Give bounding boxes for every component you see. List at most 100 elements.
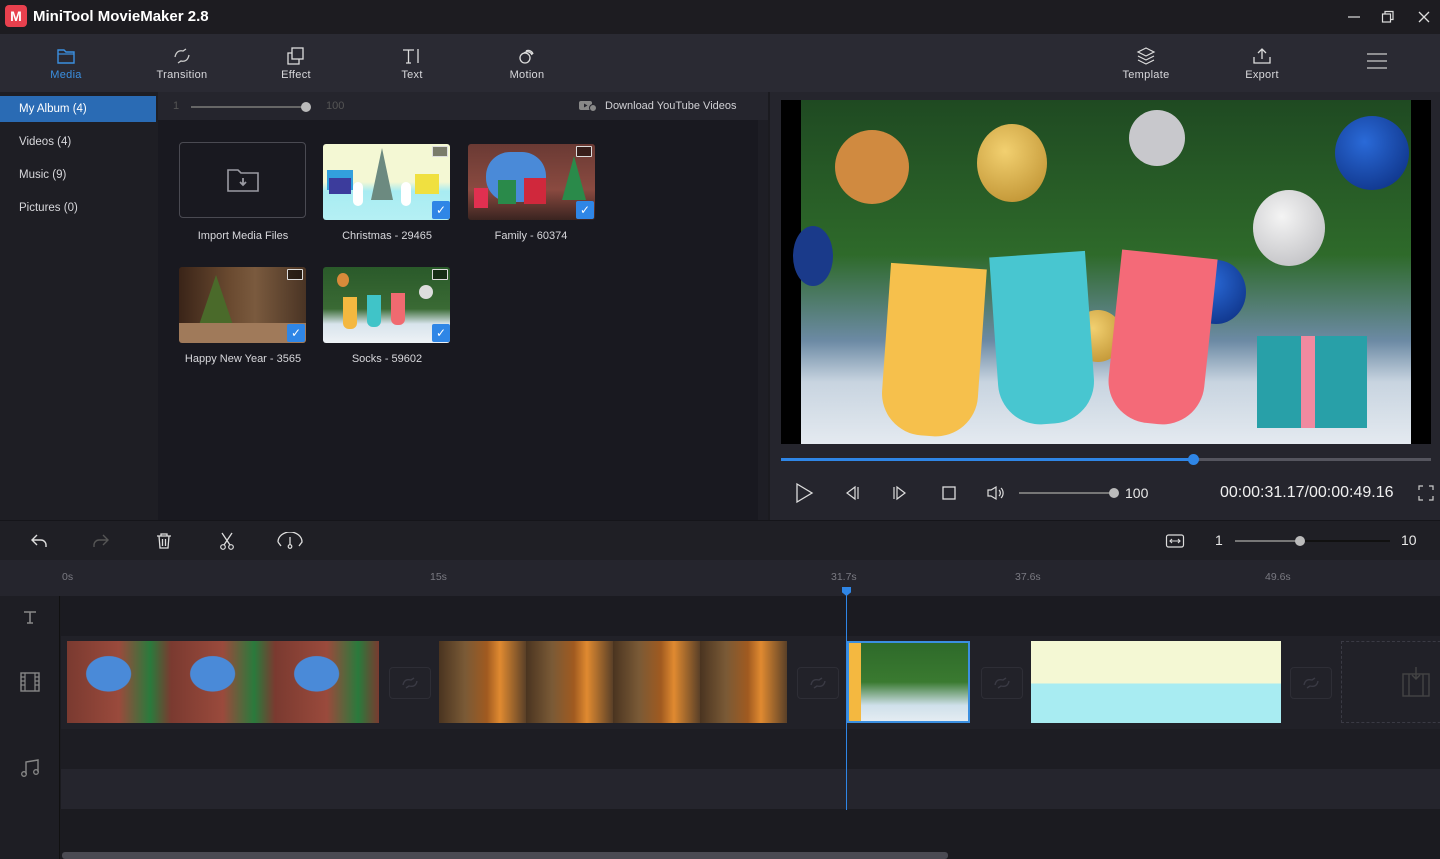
selected-checkbox[interactable]: ✓ <box>576 201 594 219</box>
delete-button[interactable] <box>151 528 177 554</box>
sidebar-item-label: My Album <box>19 103 70 115</box>
import-media-button[interactable] <box>179 142 306 218</box>
thumb-size-min: 1 <box>173 100 180 112</box>
preview-video[interactable] <box>781 100 1431 444</box>
sidebar-item-videos[interactable]: Videos (4) <box>0 129 156 155</box>
tab-media-label: Media <box>50 69 82 81</box>
timeline-clip-happy-new-year[interactable] <box>439 641 787 723</box>
redo-button[interactable] <box>88 528 114 554</box>
music-track-lane[interactable] <box>61 769 1440 809</box>
zoom-min-label: 1 <box>1215 532 1223 548</box>
selected-checkbox[interactable]: ✓ <box>432 201 450 219</box>
selected-checkbox[interactable]: ✓ <box>432 324 450 342</box>
step-back-icon <box>846 485 859 501</box>
fullscreen-icon[interactable] <box>1418 485 1434 501</box>
speed-button[interactable] <box>276 528 304 554</box>
sidebar-item-count: (4) <box>72 103 87 115</box>
transition-icon <box>810 677 826 689</box>
tab-transition[interactable]: Transition <box>132 34 232 92</box>
template-button[interactable]: Template <box>1096 34 1196 92</box>
ruler-tick: 31.7s <box>831 571 857 583</box>
title-bar <box>0 0 1440 34</box>
close-button[interactable] <box>1406 0 1440 34</box>
split-button[interactable] <box>214 528 240 554</box>
fit-timeline-button[interactable] <box>1162 528 1188 554</box>
redo-icon <box>93 534 109 547</box>
transition-slot[interactable] <box>389 667 431 699</box>
app-title: MiniTool MovieMaker 2.8 <box>33 8 209 25</box>
export-icon <box>1252 45 1272 67</box>
minimize-icon <box>1348 16 1360 18</box>
timecode: 00:00:31.17/00:00:49.16 <box>1220 484 1394 501</box>
video-track-icon <box>18 670 42 694</box>
tab-motion[interactable]: Motion <box>477 34 577 92</box>
transition-slot[interactable] <box>1290 667 1332 699</box>
thumb-size-slider[interactable] <box>191 106 307 108</box>
timeline-horizontal-scrollbar[interactable] <box>62 852 948 859</box>
transition-slot[interactable] <box>797 667 839 699</box>
text-track[interactable] <box>61 596 1440 636</box>
layers-icon <box>1135 45 1157 67</box>
selected-checkbox[interactable]: ✓ <box>287 324 305 342</box>
tab-media[interactable]: Media <box>16 34 116 92</box>
undo-icon <box>31 534 47 547</box>
add-media-icon <box>1402 667 1430 697</box>
sidebar-item-my-album[interactable]: My Album (4) <box>0 96 156 122</box>
video-badge-icon <box>576 146 592 157</box>
volume-slider[interactable] <box>1019 492 1114 494</box>
restore-icon <box>1381 10 1394 23</box>
ruler-tick: 15s <box>430 571 447 583</box>
media-item-label: Christmas - 29465 <box>342 230 432 242</box>
stop-button[interactable] <box>936 480 962 506</box>
thumb-size-max: 100 <box>326 100 345 112</box>
previous-frame-button[interactable] <box>839 480 865 506</box>
export-button[interactable]: Export <box>1212 34 1312 92</box>
time-ruler[interactable] <box>60 560 1440 596</box>
youtube-download-icon[interactable] <box>578 99 598 113</box>
video-badge-icon <box>432 269 448 280</box>
tab-effect[interactable]: Effect <box>246 34 346 92</box>
media-item-christmas[interactable] <box>323 144 450 220</box>
timeline-clip-socks[interactable] <box>847 641 970 723</box>
volume-handle[interactable] <box>1109 488 1119 498</box>
undo-button[interactable] <box>26 528 52 554</box>
import-media-label: Import Media Files <box>197 230 289 242</box>
stop-icon <box>942 486 956 500</box>
music-track-icon <box>18 756 42 780</box>
download-youtube-link[interactable]: Download YouTube Videos <box>605 100 737 112</box>
timeline-clip-christmas[interactable] <box>1031 641 1281 723</box>
scissors-icon <box>220 532 234 550</box>
seek-bar-progress <box>781 458 1194 461</box>
step-forward-icon <box>893 485 906 501</box>
sidebar-item-label: Videos <box>19 136 54 148</box>
sidebar-item-music[interactable]: Music (9) <box>0 162 156 188</box>
track-headers <box>0 596 60 859</box>
next-frame-button[interactable] <box>887 480 913 506</box>
volume-icon <box>987 485 1004 501</box>
timeline-clip-family[interactable] <box>67 641 379 723</box>
ruler-tick: 49.6s <box>1265 571 1291 583</box>
music-track[interactable] <box>61 729 1440 769</box>
video-badge-icon <box>287 269 303 280</box>
transition-slot[interactable] <box>981 667 1023 699</box>
thumb-size-knob[interactable] <box>301 102 311 112</box>
volume-button[interactable] <box>983 480 1009 506</box>
hamburger-menu-icon[interactable] <box>1364 50 1390 74</box>
media-scrollbar[interactable] <box>758 120 768 520</box>
app-logo-icon: M <box>5 5 27 27</box>
sidebar-item-pictures[interactable]: Pictures (0) <box>0 195 156 221</box>
timeline-zoom-fill <box>1235 540 1301 542</box>
restore-button[interactable] <box>1370 0 1406 34</box>
tab-text[interactable]: Text <box>362 34 462 92</box>
minimize-button[interactable] <box>1336 0 1372 34</box>
tab-text-label: Text <box>401 69 423 81</box>
text-track-icon <box>18 605 42 629</box>
add-clip-dropzone[interactable] <box>1341 641 1440 723</box>
transition-icon <box>171 45 193 67</box>
play-button[interactable] <box>791 480 817 506</box>
playhead[interactable] <box>846 588 847 810</box>
ruler-tick: 37.6s <box>1015 571 1041 583</box>
speedometer-icon <box>277 532 303 549</box>
media-item-socks[interactable] <box>323 267 450 343</box>
media-item-label: Happy New Year - 3565 <box>184 353 302 365</box>
